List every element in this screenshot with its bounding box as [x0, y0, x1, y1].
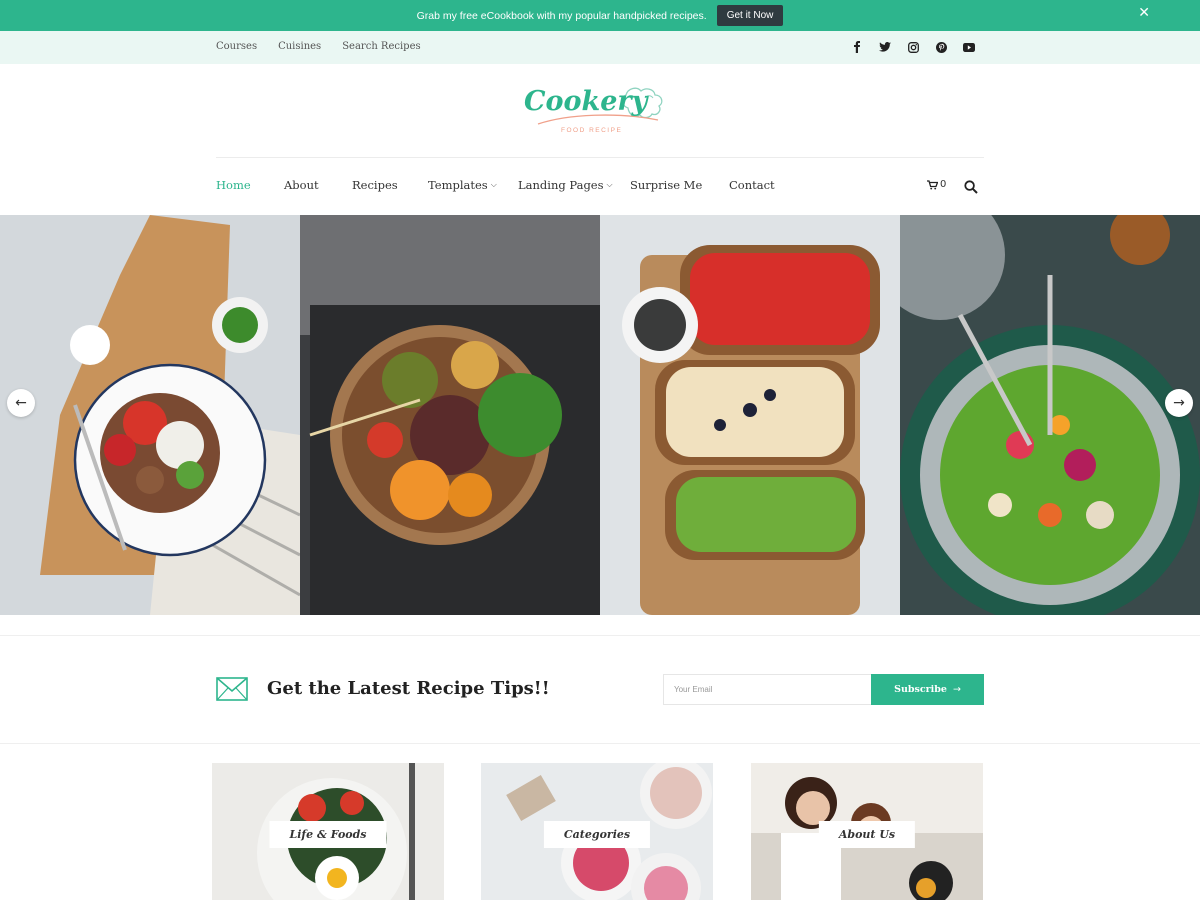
close-icon[interactable]: ✕: [1138, 5, 1150, 21]
top-link-cuisines[interactable]: Cuisines: [278, 41, 321, 52]
facebook-icon[interactable]: [850, 40, 864, 54]
nav-recipes[interactable]: Recipes: [352, 178, 428, 192]
nav-surprise-me[interactable]: Surprise Me: [630, 178, 729, 192]
instagram-icon[interactable]: [906, 40, 920, 54]
slide-grain-bowl[interactable]: [300, 215, 600, 615]
slide-salad-plate[interactable]: [0, 215, 300, 615]
nav-recipes-label: Recipes: [352, 178, 398, 192]
chevron-down-icon: ⌵: [606, 180, 613, 189]
card-about-us[interactable]: About Us: [751, 763, 983, 900]
section-divider: [0, 743, 1200, 744]
nav-home-label: Home: [216, 178, 251, 192]
arrow-right-icon: →: [1173, 395, 1185, 411]
slide-toasts[interactable]: [600, 215, 900, 615]
nav-surprise-me-label: Surprise Me: [630, 178, 703, 192]
subscribe-button[interactable]: Subscribe →: [871, 674, 984, 705]
notification-text: Grab my free eCookbook with my popular h…: [416, 9, 707, 22]
subscribe-label: Subscribe: [894, 684, 947, 695]
email-field[interactable]: [663, 674, 872, 705]
cart-count: 0: [940, 179, 947, 190]
nav-templates[interactable]: Templates ⌵: [428, 178, 518, 192]
top-link-search-recipes[interactable]: Search Recipes: [342, 41, 420, 52]
slider-next-button[interactable]: →: [1165, 389, 1193, 417]
main-nav: Home About Recipes Templates ⌵ Landing Pa…: [216, 178, 789, 192]
cart-icon: [927, 179, 938, 189]
twitter-icon[interactable]: [878, 40, 892, 54]
arrow-right-icon: →: [952, 684, 961, 695]
pinterest-icon[interactable]: [934, 40, 948, 54]
card-categories[interactable]: Categories: [481, 763, 713, 900]
chevron-down-icon: ⌵: [490, 180, 497, 189]
youtube-icon[interactable]: [962, 40, 976, 54]
nav-landing-pages[interactable]: Landing Pages ⌵: [518, 178, 630, 192]
nav-landing-pages-label: Landing Pages: [518, 178, 604, 192]
secondary-nav: Courses Cuisines Search Recipes: [0, 31, 1200, 64]
slide-green-bowl[interactable]: [900, 215, 1200, 615]
card-label: About Us: [818, 821, 916, 848]
nav-templates-label: Templates: [428, 178, 488, 192]
nav-about[interactable]: About: [284, 178, 352, 192]
logo-wordmark: Cookery: [524, 86, 648, 117]
slider-prev-button[interactable]: ←: [7, 389, 35, 417]
envelope-icon: [216, 677, 248, 705]
get-it-now-button[interactable]: Get it Now: [716, 5, 784, 26]
nav-home[interactable]: Home: [216, 178, 284, 192]
arrow-left-icon: ←: [15, 395, 27, 411]
card-label: Life & Foods: [269, 821, 387, 848]
notification-bar: Grab my free eCookbook with my popular h…: [0, 0, 1200, 31]
card-life-foods[interactable]: Life & Foods: [212, 763, 444, 900]
site-logo[interactable]: Cookery FOOD RECIPE: [520, 78, 685, 140]
section-divider: [0, 635, 1200, 636]
search-icon[interactable]: [964, 179, 978, 198]
nav-about-label: About: [284, 178, 319, 192]
cart-button[interactable]: 0: [927, 179, 946, 190]
newsletter-title: Get the Latest Recipe Tips!!: [267, 678, 550, 699]
hero-slider: ← →: [0, 215, 1200, 615]
top-link-courses[interactable]: Courses: [216, 41, 257, 52]
header-divider: [216, 157, 984, 158]
nav-contact[interactable]: Contact: [729, 178, 789, 192]
nav-contact-label: Contact: [729, 178, 775, 192]
card-label: Categories: [543, 821, 651, 848]
logo-tagline: FOOD RECIPE: [561, 127, 623, 134]
